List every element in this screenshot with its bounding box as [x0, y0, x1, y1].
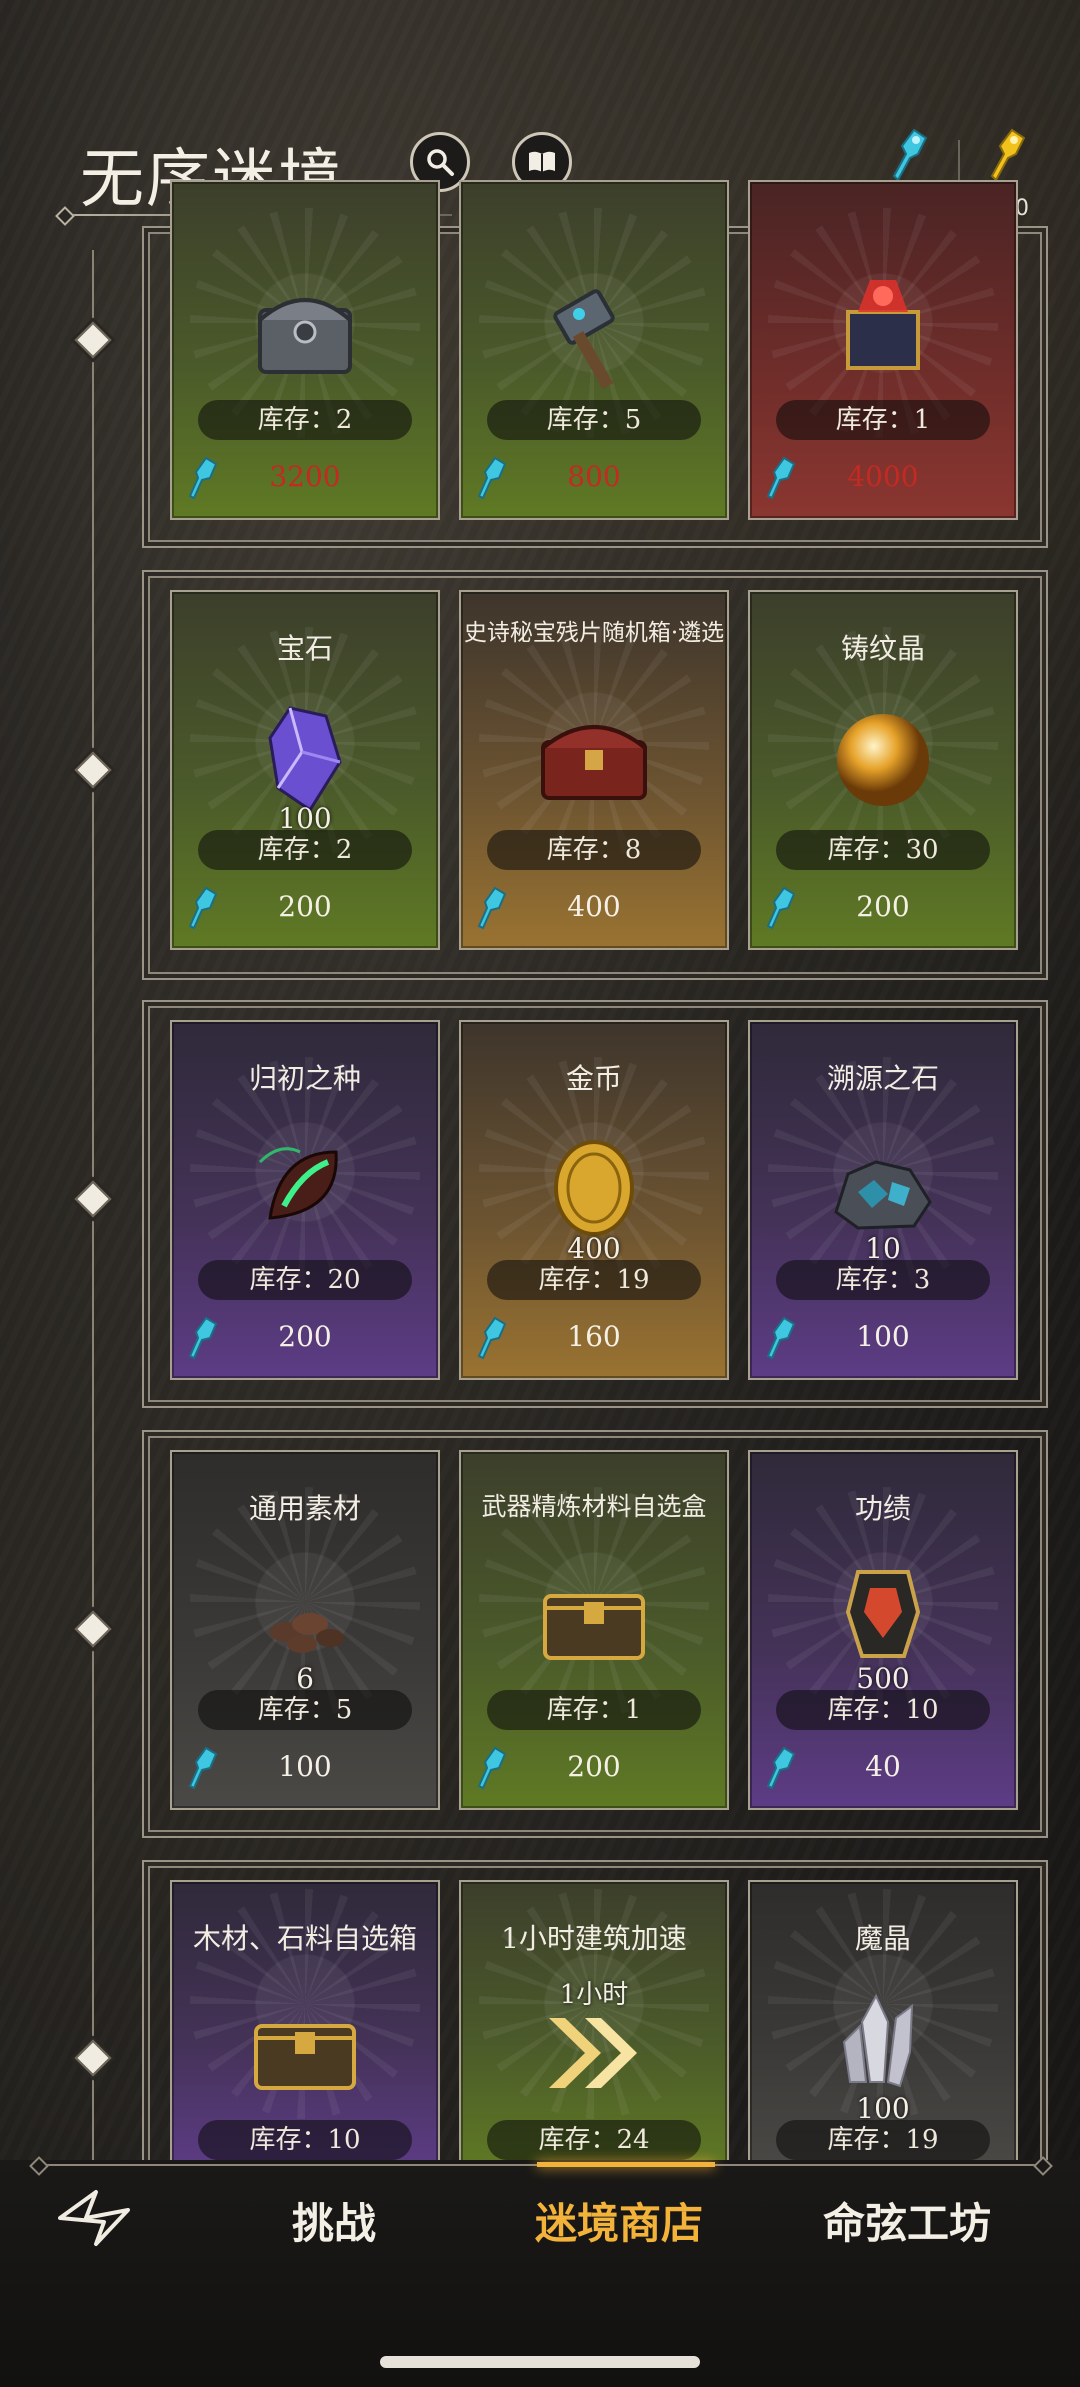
shop-item-card[interactable]: 功绩 500 库存：10 40 — [748, 1450, 1018, 1810]
nav-tab-challenge[interactable]: 挑战 — [292, 2190, 376, 2251]
game-logo-icon[interactable] — [56, 2188, 136, 2248]
item-name: 史诗秘宝残片随机箱·遴选 — [463, 620, 725, 646]
price-value: 200 — [278, 1320, 332, 1353]
shop-item-card[interactable]: 归初之种 库存：20 200 — [170, 1020, 440, 1380]
nav-tab-workshop[interactable]: 命弦工坊 — [823, 2190, 991, 2251]
item-name: 通用素材 — [248, 1492, 361, 1525]
red-crate-icon — [846, 280, 920, 370]
item-name: 铸纹晶 — [840, 632, 925, 665]
hammer-icon — [553, 289, 615, 389]
stock-label: 库存：5 — [198, 1690, 412, 1730]
gold-chest-icon — [543, 1594, 645, 1660]
shop-item-card[interactable]: 木材、石料自选箱 库存：10 — [170, 1880, 440, 2174]
stock-label: 库存：1 — [776, 400, 990, 440]
nav-active-indicator — [537, 2162, 715, 2167]
price-value: 100 — [856, 1320, 910, 1353]
price-row: 400 — [461, 882, 727, 932]
orb-icon — [837, 714, 929, 806]
price-row: 4000 — [750, 452, 1016, 502]
item-name: 归初之种 — [248, 1062, 361, 1095]
price-value: 200 — [567, 1750, 621, 1783]
price-row: 100 — [750, 1312, 1016, 1362]
price-value: 160 — [567, 1320, 621, 1353]
item-name: 1小时建筑加速 — [501, 1922, 687, 1955]
item-name: 木材、石料自选箱 — [192, 1922, 417, 1955]
stock-label: 库存：19 — [487, 1260, 701, 1300]
price-row: 200 — [172, 1312, 438, 1362]
shop-item-card[interactable]: 溯源之石 10 库存：3 100 — [748, 1020, 1018, 1380]
nav-tab-shop[interactable]: 迷境商店 — [535, 2190, 703, 2251]
price-value: 200 — [278, 890, 332, 923]
stock-label: 库存：5 — [487, 400, 701, 440]
price-row: 3200 — [172, 452, 438, 502]
price-row: 200 — [172, 882, 438, 932]
price-row: 100 — [172, 1742, 438, 1792]
shop-item-card[interactable]: 库存：2 3200 — [170, 180, 440, 520]
shop-item-card[interactable]: 通用素材 6 库存：5 100 — [170, 1450, 440, 1810]
price-row: 200 — [750, 882, 1016, 932]
price-value: 200 — [856, 890, 910, 923]
magnifier-icon — [427, 149, 454, 176]
title-ornament — [55, 206, 75, 226]
stock-label: 库存：30 — [776, 830, 990, 870]
price-value: 3200 — [269, 460, 341, 493]
price-value: 100 — [278, 1750, 332, 1783]
gold-key-icon — [990, 128, 1026, 182]
stock-label: 库存：19 — [776, 2120, 990, 2160]
seed-icon — [258, 1147, 338, 1220]
stock-label: 库存：24 — [487, 2120, 701, 2160]
shop-item-card[interactable]: 宝石 100 库存：2 200 — [170, 590, 440, 950]
book-icon — [529, 151, 555, 172]
item-name: 武器精炼材料自选盒 — [481, 1492, 707, 1521]
chest-icon — [258, 298, 352, 374]
price-value: 40 — [865, 1750, 901, 1783]
gold-chest-icon — [254, 2024, 356, 2090]
red-chest-icon — [541, 725, 647, 800]
item-name: 宝石 — [276, 632, 333, 665]
price-row: 200 — [461, 1742, 727, 1792]
home-indicator[interactable] — [380, 2356, 700, 2368]
item-name: 魔晶 — [854, 1922, 911, 1955]
price-value: 4000 — [847, 460, 919, 493]
shop-item-card[interactable]: 金币 400 库存：19 160 — [459, 1020, 729, 1380]
price-row: 40 — [750, 1742, 1016, 1792]
item-name: 溯源之石 — [826, 1062, 939, 1095]
price-value: 800 — [567, 460, 621, 493]
stock-label: 库存：3 — [776, 1260, 990, 1300]
shop-item-card[interactable]: 魔晶 100 库存：19 — [748, 1880, 1018, 2174]
shop-item-card[interactable]: 武器精炼材料自选盒 库存：1 200 — [459, 1450, 729, 1810]
item-name: 功绩 — [854, 1492, 911, 1525]
shop-item-card[interactable]: 1小时建筑加速 1小时 库存：24 — [459, 1880, 729, 2174]
stock-label: 库存：8 — [487, 830, 701, 870]
item-name: 金币 — [565, 1062, 622, 1095]
stock-label: 库存：1 — [487, 1690, 701, 1730]
shop-item-card[interactable]: 铸纹晶 库存：30 200 — [748, 590, 1018, 950]
stock-label: 库存：10 — [776, 1690, 990, 1730]
shop-item-card[interactable]: 库存：5 800 — [459, 180, 729, 520]
price-row: 160 — [461, 1312, 727, 1362]
stock-label: 库存：2 — [198, 400, 412, 440]
stock-label: 库存：2 — [198, 830, 412, 870]
stock-label: 库存：20 — [198, 1260, 412, 1300]
price-value: 400 — [567, 890, 621, 923]
shop-item-card[interactable]: 史诗秘宝残片随机箱·遴选 库存：8 400 — [459, 590, 729, 950]
price-row: 800 — [461, 452, 727, 502]
stock-label: 库存：10 — [198, 2120, 412, 2160]
speedup-icon — [549, 2018, 637, 2088]
shop-item-card[interactable]: 库存：1 4000 — [748, 180, 1018, 520]
blue-key-icon — [892, 128, 928, 182]
